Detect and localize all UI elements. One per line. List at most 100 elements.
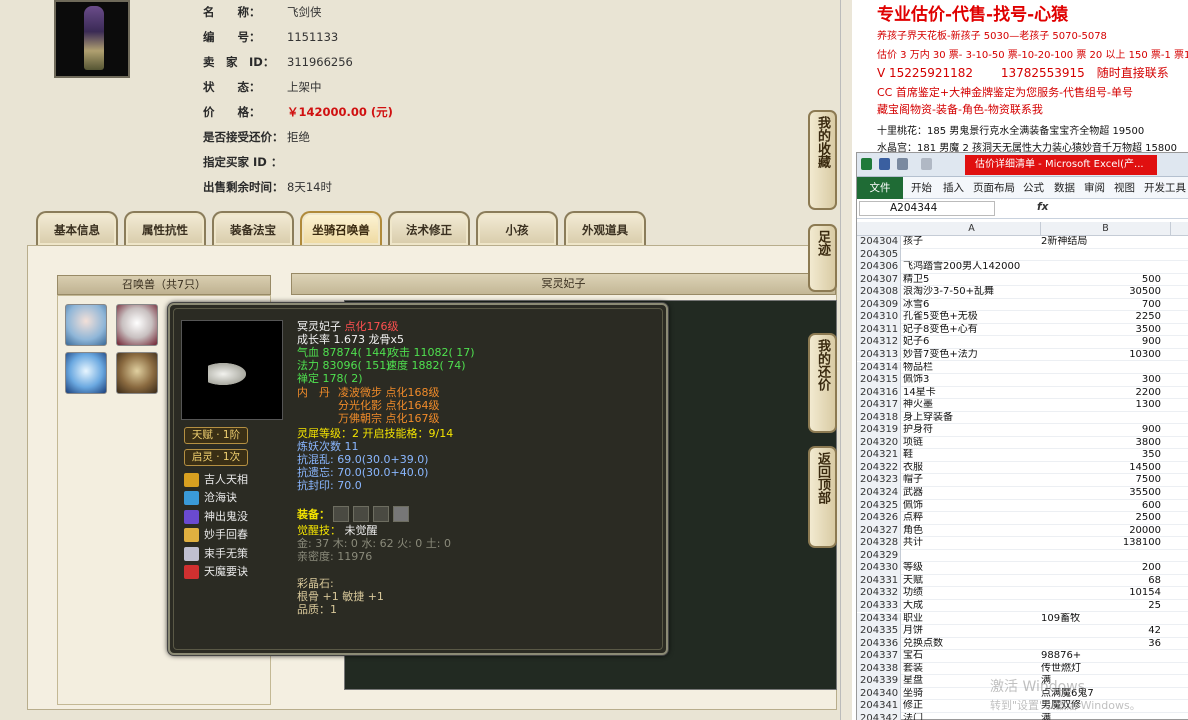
cell-b[interactable]: 35500 [1041,487,1161,500]
side-button-my-bargain[interactable]: 我的还价 [808,333,837,433]
row-number[interactable]: 204318 [857,411,901,425]
cell-a[interactable]: 武器 [903,487,1041,500]
cell-a[interactable]: 兑换点数 [903,638,1041,651]
cell-a[interactable]: 功绩 [903,587,1041,600]
ribbon-tab-page-layout[interactable]: 页面布局 [973,177,1015,199]
row-number[interactable]: 204330 [857,562,901,575]
column-header-a[interactable]: A [903,222,1041,236]
ribbon-tab-review[interactable]: 审阅 [1084,177,1105,199]
cell-b[interactable]: 2250 [1041,311,1161,324]
row-number[interactable]: 204340 [857,687,901,701]
cell-b[interactable]: 3800 [1041,437,1161,450]
redo-icon[interactable] [921,158,932,170]
row-number[interactable]: 204331 [857,574,901,588]
cell-a[interactable]: 佩饰3 [903,374,1041,387]
row-number[interactable]: 204306 [857,261,901,274]
equip-slot-4[interactable] [393,506,409,522]
cell-b[interactable]: 138100 [1041,537,1161,550]
cell-a[interactable]: 精卫5 [903,274,1041,287]
cell-a[interactable]: 孩子 [903,236,1041,249]
ribbon-tab-view[interactable]: 视图 [1114,177,1135,199]
row-number[interactable]: 204339 [857,675,901,688]
row-number[interactable]: 204333 [857,599,901,613]
cell-b[interactable]: 传世燃灯 [1041,663,1161,676]
row-number[interactable]: 204316 [857,386,901,400]
cell-b[interactable]: 98876+ [1041,650,1161,663]
tab-appearance[interactable]: 外观道具 [564,211,646,245]
cell-b[interactable]: 700 [1041,299,1161,312]
row-number[interactable]: 204315 [857,374,901,387]
cell-a[interactable]: 等级 [903,562,1041,575]
tab-child[interactable]: 小孩 [476,211,558,245]
cell-a[interactable]: 护身符 [903,424,1041,437]
ribbon-tab-data[interactable]: 数据 [1054,177,1075,199]
cell-b[interactable]: 2500 [1041,512,1161,525]
row-number[interactable]: 204314 [857,361,901,374]
cell-b[interactable]: 10300 [1041,349,1161,362]
tab-attributes[interactable]: 属性抗性 [124,211,206,245]
side-button-back-top[interactable]: 返回顶部 [808,446,837,548]
cell-a[interactable]: 大成 [903,600,1041,613]
cell-b[interactable]: 14500 [1041,462,1161,475]
cell-a[interactable]: 14星卡 [903,387,1041,400]
undo-icon[interactable] [897,158,908,170]
equip-slot-1[interactable] [333,506,349,522]
cell-a[interactable]: 浪淘沙3-7-50+乱舞 [903,286,1041,299]
ribbon-tab-home[interactable]: 开始 [911,177,932,199]
cell-a[interactable]: 项链 [903,437,1041,450]
row-number[interactable]: 204308 [857,286,901,299]
row-number[interactable]: 204342 [857,712,901,720]
row-number[interactable]: 204310 [857,311,901,324]
cell-a[interactable]: 飞鸿踏雪200男人142000 [903,261,1041,274]
cell-b[interactable]: 900 [1041,336,1161,349]
row-number[interactable]: 204313 [857,348,901,362]
cell-b[interactable]: 满 [1041,713,1161,720]
side-button-favorites[interactable]: 我的收藏 [808,110,837,210]
cell-b[interactable]: 600 [1041,500,1161,513]
tab-equipment[interactable]: 装备法宝 [212,211,294,245]
row-number[interactable]: 204334 [857,612,901,625]
page-scrollbar[interactable] [840,0,852,720]
cell-a[interactable]: 物品栏 [903,362,1041,375]
tab-mount-summon[interactable]: 坐骑召唤兽 [300,211,382,245]
side-button-footprints[interactable]: 足迹 [808,224,837,292]
row-number[interactable]: 204305 [857,248,901,262]
cell-b[interactable]: 350 [1041,449,1161,462]
cell-a[interactable]: 点粹 [903,512,1041,525]
cell-a[interactable]: 冰雪6 [903,299,1041,312]
row-number[interactable]: 204311 [857,323,901,337]
row-number[interactable]: 204335 [857,625,901,638]
cell-b[interactable]: 300 [1041,374,1161,387]
cell-a[interactable]: 身上穿装备 [903,412,1041,425]
cell-b[interactable]: 25 [1041,600,1161,613]
cell-a[interactable]: 妃子6 [903,336,1041,349]
cell-a[interactable]: 鞋 [903,449,1041,462]
row-number[interactable]: 204317 [857,399,901,412]
cell-b[interactable]: 68 [1041,575,1161,588]
cell-a[interactable]: 共计 [903,537,1041,550]
row-number[interactable]: 204336 [857,637,901,651]
cell-a[interactable]: 妙音7变色+法力 [903,349,1041,362]
summon-thumb-4[interactable] [116,352,158,394]
row-number[interactable]: 204338 [857,662,901,676]
row-number[interactable]: 204319 [857,424,901,437]
row-number[interactable]: 204325 [857,499,901,513]
cell-a[interactable]: 职业 [903,613,1041,626]
row-number[interactable]: 204326 [857,512,901,525]
cell-b[interactable]: 2200 [1041,387,1161,400]
cell-b[interactable]: 36 [1041,638,1161,651]
name-box[interactable]: A204344 [859,201,995,216]
ribbon-tab-formulas[interactable]: 公式 [1023,177,1044,199]
cell-a[interactable]: 佩饰 [903,500,1041,513]
cell-b[interactable]: 109畜牧 [1041,613,1161,626]
ribbon-tab-insert[interactable]: 插入 [943,177,964,199]
cell-b[interactable]: 1300 [1041,399,1161,412]
tab-spell-correction[interactable]: 法术修正 [388,211,470,245]
cell-a[interactable]: 天赋 [903,575,1041,588]
cell-b[interactable]: 30500 [1041,286,1161,299]
row-number[interactable]: 204322 [857,461,901,475]
cell-a[interactable]: 法门 [903,713,1041,720]
column-header-b[interactable]: B [1041,222,1171,236]
cell-b[interactable]: 42 [1041,625,1161,638]
cell-b[interactable]: 10154 [1041,587,1161,600]
